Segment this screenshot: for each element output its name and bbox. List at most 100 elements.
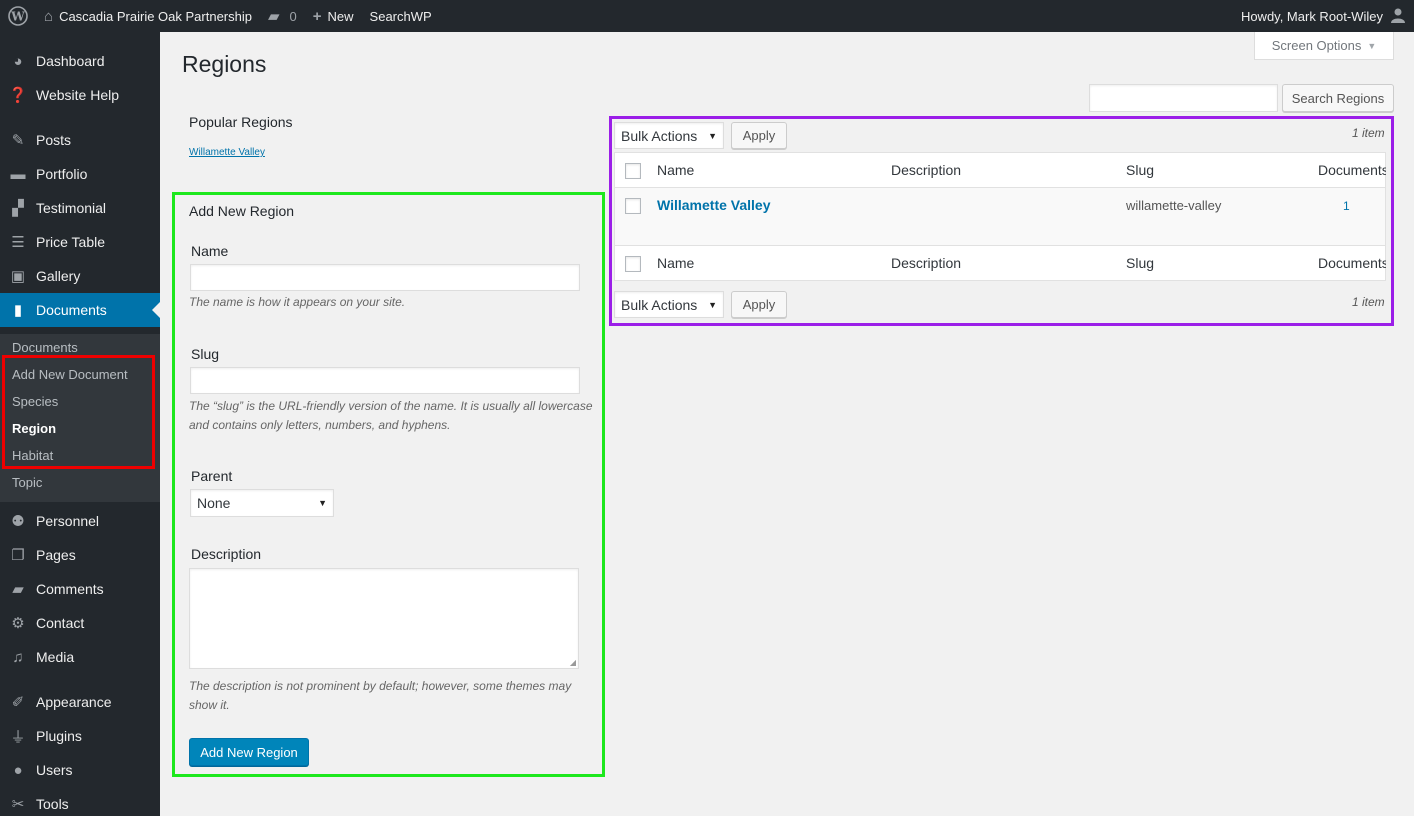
submenu-documents[interactable]: Documents — [12, 340, 78, 355]
menu-documents[interactable]: ▮ Documents — [0, 293, 160, 327]
menu-label: Comments — [36, 581, 104, 597]
searchwp-label: SearchWP — [369, 8, 432, 24]
comments-link[interactable]: ▰ 0 — [260, 0, 305, 32]
parent-label: Parent — [191, 468, 233, 484]
row-checkbox[interactable] — [625, 198, 641, 214]
parent-selected-value: None — [197, 495, 231, 511]
menu-pages[interactable]: ❐ Pages — [0, 538, 160, 572]
comment-icon: ▰ — [12, 581, 24, 598]
select-all-checkbox-bottom[interactable] — [625, 256, 641, 272]
page-title: Regions — [182, 51, 267, 77]
apply-button-bottom[interactable]: Apply — [731, 291, 787, 318]
column-description[interactable]: Description — [891, 162, 961, 178]
search-regions-button[interactable]: Search Regions — [1282, 84, 1394, 112]
avatar-icon — [1390, 7, 1406, 26]
row-name-link[interactable]: Willamette Valley — [657, 197, 770, 213]
search-input[interactable] — [1089, 84, 1278, 112]
menu-comments[interactable]: ▰ Comments — [0, 572, 160, 606]
menu-label: Personnel — [36, 513, 100, 529]
new-content-link[interactable]: + New — [305, 0, 362, 32]
apply-button-top[interactable]: Apply — [731, 122, 787, 149]
popular-region-tag[interactable]: Willamette Valley — [189, 147, 265, 158]
footer-column-description[interactable]: Description — [891, 255, 961, 271]
table-row: Willamette Valley willamette-valley 1 — [614, 188, 1386, 246]
book-icon: ▮ — [13, 302, 23, 319]
select-all-checkbox[interactable] — [625, 163, 641, 179]
user-icon: ● — [13, 761, 23, 779]
column-name[interactable]: Name — [657, 162, 694, 178]
brush-icon: ✐ — [11, 694, 25, 711]
menu-contact[interactable]: ⚙ Contact — [0, 606, 160, 640]
table-header: Name Description Slug Documents — [614, 152, 1386, 188]
menu-portfolio[interactable]: ▬ Portfolio — [0, 157, 160, 191]
popular-regions-heading: Popular Regions — [189, 114, 293, 130]
caret-down-icon: ▼ — [708, 299, 717, 310]
menu-label: Documents — [36, 302, 107, 318]
menu-testimonial[interactable]: ▞ Testimonial — [0, 191, 160, 225]
menu-personnel[interactable]: ⚉ Personnel — [0, 504, 160, 538]
screen-options-label: Screen Options — [1271, 38, 1362, 53]
menu-website-help[interactable]: ❓ Website Help — [0, 78, 160, 112]
item-count-top: 1 item — [1352, 126, 1385, 140]
slug-label: Slug — [191, 346, 220, 362]
slug-field[interactable] — [190, 367, 580, 394]
description-label: Description — [191, 546, 262, 562]
caret-down-icon: ▼ — [708, 130, 717, 141]
footer-column-name[interactable]: Name — [657, 255, 694, 271]
table-footer: Name Description Slug Documents — [614, 245, 1386, 281]
menu-appearance[interactable]: ✐ Appearance — [0, 685, 160, 719]
menu-plugins[interactable]: ⏚ Plugins — [0, 719, 160, 753]
menu-posts[interactable]: ✎ Posts — [0, 123, 160, 157]
searchwp-link[interactable]: SearchWP — [362, 0, 440, 32]
screen-options-button[interactable]: Screen Options ▼ — [1254, 32, 1394, 60]
submenu-topic[interactable]: Topic — [12, 475, 42, 490]
bulk-actions-value: Bulk Actions — [621, 127, 698, 144]
plugin-icon: ⏚ — [10, 728, 26, 746]
row-slug: willamette-valley — [1126, 198, 1222, 213]
wordpress-logo-icon[interactable]: W — [0, 0, 36, 32]
gear-icon: ⚙ — [11, 615, 25, 632]
parent-select[interactable]: None ▼ — [190, 489, 334, 517]
description-textarea[interactable]: ◢ — [189, 568, 579, 669]
pin-icon: ✎ — [11, 132, 25, 149]
column-slug[interactable]: Slug — [1126, 162, 1154, 178]
column-documents[interactable]: Documents — [1318, 162, 1386, 178]
dashboard-icon: ◕ — [13, 52, 23, 70]
add-new-region-button[interactable]: Add New Region — [189, 738, 309, 766]
submenu-highlight-box — [2, 355, 155, 469]
folder-icon: ▬ — [10, 165, 26, 183]
menu-price-table[interactable]: ☰ Price Table — [0, 225, 160, 259]
menu-label: Testimonial — [36, 200, 107, 216]
menu-media[interactable]: ♫ Media — [0, 640, 160, 674]
description-help-text: The description is not prominent by defa… — [189, 679, 572, 712]
menu-label: Price Table — [36, 234, 106, 250]
item-count-bottom: 1 item — [1352, 295, 1385, 309]
bulk-actions-value: Bulk Actions — [621, 296, 698, 313]
footer-column-documents[interactable]: Documents — [1318, 255, 1386, 271]
name-label: Name — [191, 243, 229, 259]
menu-users[interactable]: ● Users — [0, 753, 160, 787]
menu-tools[interactable]: ✂ Tools — [0, 787, 160, 816]
name-field[interactable] — [190, 264, 580, 291]
resize-grip-icon[interactable]: ◢ — [570, 658, 576, 667]
slug-help-text: The “slug” is the URL-friendly version o… — [189, 399, 593, 432]
account-menu[interactable]: Howdy, Mark Root-Wiley — [1233, 0, 1414, 32]
bulk-actions-select-top[interactable]: Bulk Actions ▼ — [614, 122, 724, 149]
testimonial-icon: ▞ — [12, 200, 24, 217]
row-count-link[interactable]: 1 — [1343, 199, 1350, 213]
menu-label: Media — [36, 649, 75, 665]
comments-count: 0 — [289, 8, 297, 24]
wrench-icon: ✂ — [11, 796, 25, 813]
new-label: New — [327, 8, 354, 24]
site-name: Cascadia Prairie Oak Partnership — [59, 8, 252, 24]
menu-label: Pages — [36, 547, 76, 563]
footer-column-slug[interactable]: Slug — [1126, 255, 1154, 271]
menu-dashboard[interactable]: ◕ Dashboard — [0, 44, 160, 78]
plus-icon: + — [312, 7, 322, 25]
menu-label: Gallery — [36, 268, 81, 284]
table-icon: ☰ — [11, 234, 25, 251]
menu-gallery[interactable]: ▣ Gallery — [0, 259, 160, 293]
bulk-actions-select-bottom[interactable]: Bulk Actions ▼ — [614, 291, 724, 318]
admin-bar: W ⌂ Cascadia Prairie Oak Partnership ▰ 0… — [0, 0, 1414, 32]
site-name-link[interactable]: ⌂ Cascadia Prairie Oak Partnership — [36, 0, 260, 32]
